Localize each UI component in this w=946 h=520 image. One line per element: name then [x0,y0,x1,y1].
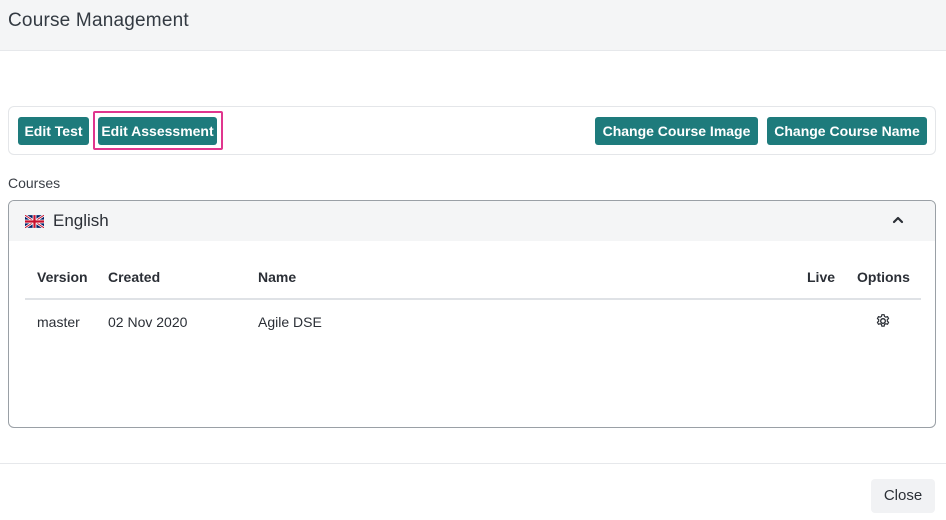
courses-label: Courses [8,175,61,191]
row-version: master [37,314,80,330]
course-language-panel: English Version Created Name Live Option… [8,200,936,428]
column-header-live: Live [807,269,836,285]
column-header-created: Created [108,269,161,285]
column-header-options: Options [857,269,910,285]
gear-icon[interactable] [875,313,891,329]
page-title: Course Management [8,10,189,31]
panel-language-title: English [53,211,109,230]
close-button[interactable]: Close [871,479,935,513]
panel-header[interactable]: English [9,201,935,241]
edit-test-button[interactable]: Edit Test [18,117,89,145]
change-course-name-button[interactable]: Change Course Name [767,117,927,145]
row-name: Agile DSE [258,314,322,330]
table-header-divider [25,298,921,300]
column-header-version: Version [37,269,88,285]
footer-divider [0,463,946,464]
row-created: 02 Nov 2020 [108,314,188,330]
uk-flag-icon [25,215,44,228]
edit-assessment-highlight [93,111,223,150]
chevron-up-icon[interactable] [891,213,905,227]
column-header-name: Name [258,269,297,285]
change-course-image-button[interactable]: Change Course Image [595,117,758,145]
page-header: Course Management [0,0,946,51]
